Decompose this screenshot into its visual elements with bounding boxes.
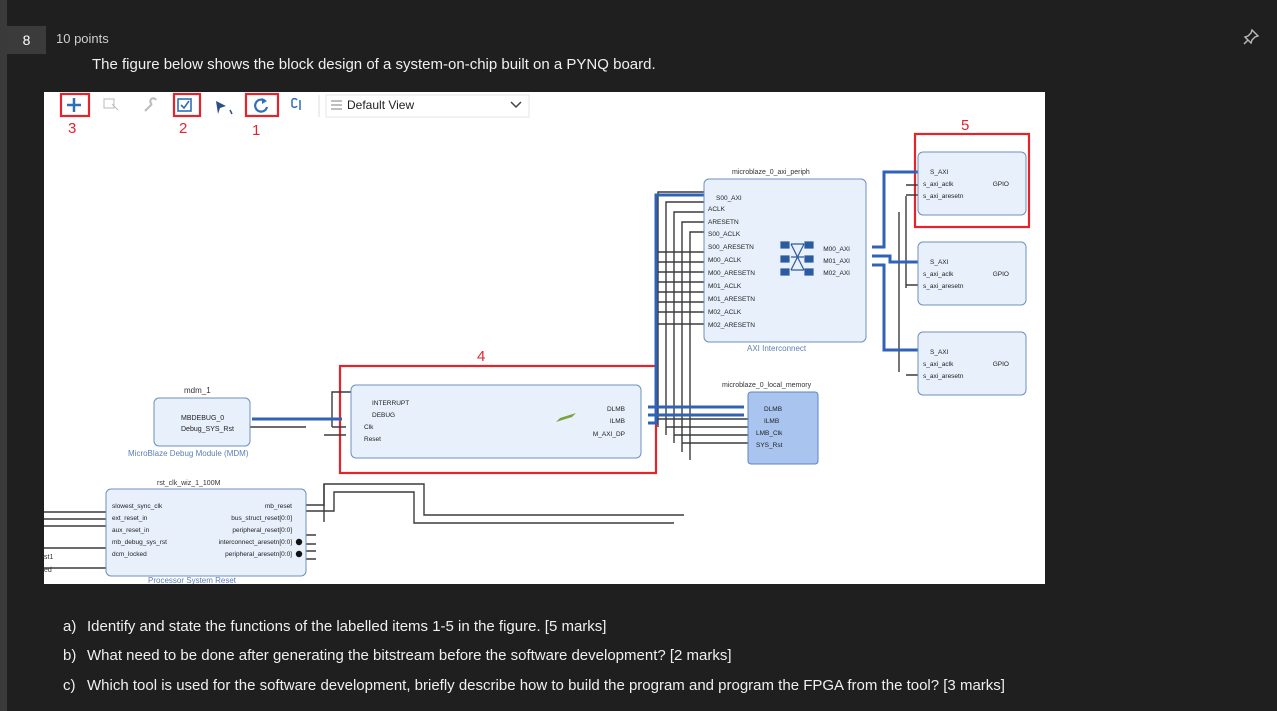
ic-port-m02-aclk: M02_ACLK xyxy=(708,309,742,316)
question-intro: The figure below shows the block design … xyxy=(92,56,656,73)
gpio1-port-aclk: s_axi_aclk xyxy=(923,271,954,278)
rst-port-aux-reset-in: aux_reset_in xyxy=(112,527,150,534)
rst-port-dcm-locked: dcm_locked xyxy=(112,551,147,558)
gpio2-port-aclk: s_axi_aclk xyxy=(923,361,954,368)
rst-port-mb-debug-sys-rst: mb_debug_sys_rst xyxy=(112,539,167,546)
mb-port-interrupt: INTERRUPT xyxy=(372,400,409,407)
rst-port-mb-reset: mb_reset xyxy=(265,503,292,510)
ic-port-aresetn: ARESETN xyxy=(708,219,739,226)
gpio2-port-s-axi: S_AXI xyxy=(930,349,949,356)
edge-label-fragment: ed xyxy=(44,567,52,574)
rst-port-bus-struct-reset: bus_struct_reset[0:0] xyxy=(231,515,292,522)
part-text: Identify and state the functions of the … xyxy=(87,618,607,635)
interconnect-name: microblaze_0_axi_periph xyxy=(732,169,810,176)
mdm-caption: MicroBlaze Debug Module (MDM) xyxy=(128,449,249,458)
gpio2-port-gpio: GPIO xyxy=(993,361,1009,368)
interconnect-block[interactable]: microblaze_0_axi_periph S00_AXI ACLK ARE… xyxy=(703,169,867,353)
rst-block[interactable]: rst_clk_wiz_1_100M slowest_sync_clk ext_… xyxy=(105,480,307,584)
lm-port-sys-rst: SYS_Rst xyxy=(756,442,783,449)
gpio0-port-s-axi: S_AXI xyxy=(930,169,949,176)
rst-port-peripheral-aresetn: peripheral_aresetn[0:0] xyxy=(225,551,292,558)
pin-icon[interactable] xyxy=(1241,27,1261,47)
mb-port-ilmb: ILMB xyxy=(610,418,625,425)
callout-5: 5 xyxy=(961,117,969,134)
rst-port-interconnect-aresetn: interconnect_aresetn[0:0] xyxy=(219,539,293,546)
mdm-name: mdm_1 xyxy=(184,386,211,395)
mb-port-clk: Clk xyxy=(364,424,374,431)
lm-port-dlmb: DLMB xyxy=(764,406,782,413)
part-label: b) xyxy=(63,647,77,664)
question-points: 10 points xyxy=(56,31,109,46)
rst-port-slowest-sync-clk: slowest_sync_clk xyxy=(112,503,163,510)
part-text: Which tool is used for the software deve… xyxy=(87,677,1005,694)
callout-4: 4 xyxy=(477,348,485,365)
lm-port-ilmb: ILMB xyxy=(764,418,779,425)
question-part-b: b) What need to be done after generating … xyxy=(63,647,732,664)
rst-port-ext-reset-in: ext_reset_in xyxy=(112,515,148,522)
gpio0-port-aclk: s_axi_aclk xyxy=(923,181,954,188)
callout-1: 1 xyxy=(252,122,260,139)
question-part-a: a) Identify and state the functions of th… xyxy=(63,618,606,635)
interconnect-caption: AXI Interconnect xyxy=(747,344,807,353)
rst-caption: Processor System Reset xyxy=(148,576,237,584)
rst-port-peripheral-reset: peripheral_reset[0:0] xyxy=(232,527,292,534)
ic-port-m01-aresetn: M01_ARESETN xyxy=(708,296,755,303)
ic-port-m02-axi: M02_AXI xyxy=(823,270,850,277)
local-memory-block[interactable]: microblaze_0_local_memory DLMB ILMB LMB_… xyxy=(722,382,819,465)
part-text: What need to be done after generating th… xyxy=(87,647,732,664)
gpio1-port-aresetn: s_axi_aresetn xyxy=(923,283,964,290)
gpio1-port-s-axi: S_AXI xyxy=(930,259,949,266)
view-select[interactable]: Default View xyxy=(325,94,530,118)
ic-port-m01-aclk: M01_ACLK xyxy=(708,283,742,290)
ic-port-m00-aclk: M00_ACLK xyxy=(708,257,742,264)
ic-port-m00-aresetn: M00_ARESETN xyxy=(708,270,755,277)
part-label: a) xyxy=(63,618,77,635)
microblaze-block[interactable]: INTERRUPT DEBUG Clk Reset DLMB ILMB M_AX… xyxy=(350,384,642,459)
rst-name: rst_clk_wiz_1_100M xyxy=(157,480,221,487)
gpio2-port-aresetn: s_axi_aresetn xyxy=(923,373,964,380)
question-number: 8 xyxy=(7,26,46,54)
ic-port-m02-aresetn: M02_ARESETN xyxy=(708,322,755,329)
gpio-block-1[interactable]: S_AXI s_axi_aclk s_axi_aresetn GPIO xyxy=(917,241,1027,306)
ic-port-m01-axi: M01_AXI xyxy=(823,258,850,265)
part-label: c) xyxy=(63,677,76,694)
view-select-value: Default View xyxy=(347,98,414,112)
lm-port-lmb-clk: LMB_Clk xyxy=(756,430,783,437)
ic-port-s00-axi: S00_AXI xyxy=(716,195,742,202)
mdm-block[interactable]: mdm_1 MBDEBUG_0 Debug_SYS_Rst MicroBlaze… xyxy=(128,386,251,458)
callout-3: 3 xyxy=(68,120,76,137)
gpio-block-2[interactable]: S_AXI s_axi_aclk s_axi_aresetn GPIO xyxy=(917,331,1027,396)
mb-port-m-axi-dp: M_AXI_DP xyxy=(593,431,625,438)
mdm-port-mbdebug: MBDEBUG_0 xyxy=(181,415,224,422)
gpio0-port-aresetn: s_axi_aresetn xyxy=(923,193,964,200)
ic-port-aclk: ACLK xyxy=(708,206,726,213)
block-design-figure: Default View 3 2 1 4 5 mdm_1 MBDEBUG_0 D… xyxy=(44,92,1045,584)
mb-port-dlmb: DLMB xyxy=(607,406,625,413)
question-part-c: c) Which tool is used for the software de… xyxy=(63,677,1005,694)
gpio0-port-gpio: GPIO xyxy=(993,181,1009,188)
left-accent-bar xyxy=(0,0,7,711)
mb-port-reset: Reset xyxy=(364,436,381,443)
mb-port-debug: DEBUG xyxy=(372,412,395,419)
ic-port-s00-aresetn: S00_ARESETN xyxy=(708,244,754,251)
mdm-port-debug-sys-rst: Debug_SYS_Rst xyxy=(181,426,234,433)
callout-2: 2 xyxy=(179,120,187,137)
gpio-block-0[interactable]: S_AXI s_axi_aclk s_axi_aresetn GPIO xyxy=(917,151,1027,216)
edge-label-fragment: st1 xyxy=(44,554,53,561)
ic-port-s00-aclk: S00_ACLK xyxy=(708,231,741,238)
gpio1-port-gpio: GPIO xyxy=(993,271,1009,278)
local-memory-name: microblaze_0_local_memory xyxy=(722,382,812,389)
ic-port-m00-axi: M00_AXI xyxy=(823,246,850,253)
